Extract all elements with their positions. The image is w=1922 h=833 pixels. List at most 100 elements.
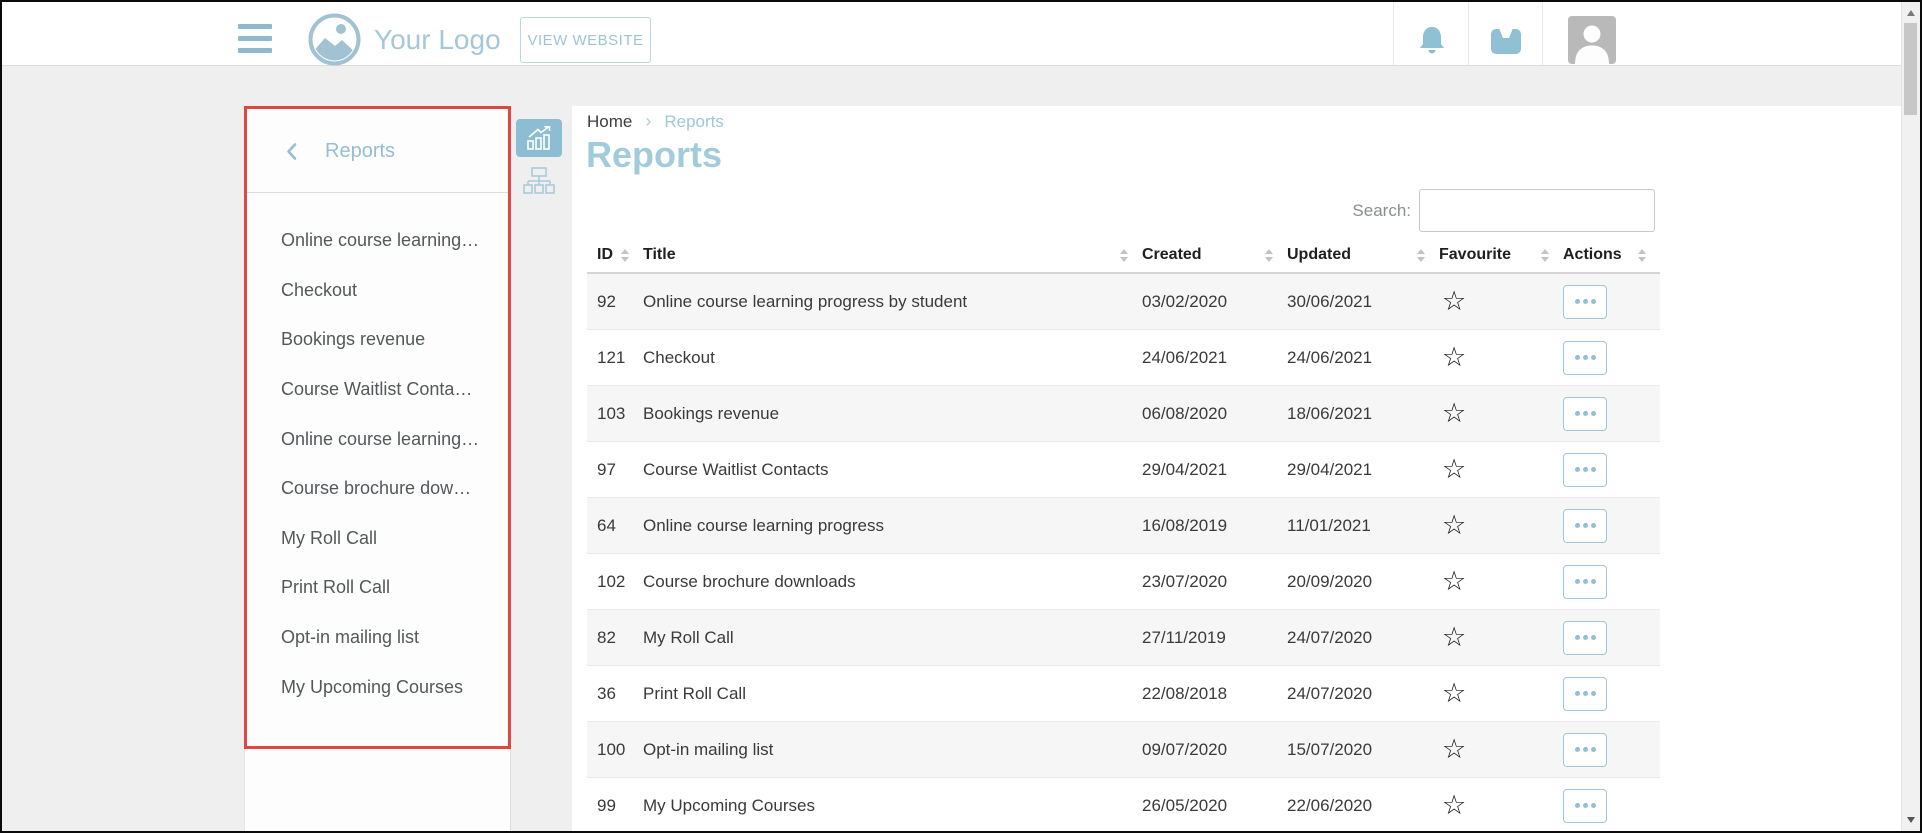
favourite-star-button[interactable]: ☆ <box>1439 511 1472 540</box>
breadcrumb-current: Reports <box>664 112 724 132</box>
favourite-star-button[interactable]: ☆ <box>1439 343 1472 372</box>
view-website-button[interactable]: VIEW WEBSITE <box>520 17 651 63</box>
star-icon: ☆ <box>1442 734 1466 764</box>
app-window: Your Logo VIEW WEBSITE <box>0 0 1922 833</box>
cell-created: 23/07/2020 <box>1142 554 1287 609</box>
sidebar-nav: Online course learning… Checkout Booking… <box>245 216 510 712</box>
sidebar-item-label: Course brochure dow… <box>281 478 471 499</box>
breadcrumb-home-link[interactable]: Home <box>587 112 632 132</box>
sidebar-item[interactable]: Course Waitlist Conta… <box>245 365 510 415</box>
scrollbar-up-arrow[interactable] <box>1907 10 1915 16</box>
row-actions-button[interactable] <box>1563 285 1607 319</box>
favourite-star-button[interactable]: ☆ <box>1439 623 1472 652</box>
cell-favourite: ☆ <box>1439 498 1563 553</box>
row-actions-button[interactable] <box>1563 621 1607 655</box>
user-avatar-icon <box>1568 52 1616 64</box>
chevron-left-icon <box>285 149 298 164</box>
cell-actions <box>1563 442 1660 497</box>
row-actions-button[interactable] <box>1563 509 1607 543</box>
cell-favourite: ☆ <box>1439 442 1563 497</box>
cell-favourite: ☆ <box>1439 610 1563 665</box>
table-body: 92 Online course learning progress by st… <box>587 274 1660 833</box>
cell-created: 27/11/2019 <box>1142 610 1287 665</box>
column-header-created[interactable]: Created <box>1142 238 1287 272</box>
favourite-star-button[interactable]: ☆ <box>1439 399 1472 428</box>
sidebar-item[interactable]: Checkout <box>245 266 510 316</box>
cell-created: 06/08/2020 <box>1142 386 1287 441</box>
cell-favourite: ☆ <box>1439 274 1563 329</box>
search-input[interactable] <box>1419 189 1655 232</box>
favourite-star-button[interactable]: ☆ <box>1439 455 1472 484</box>
bell-icon <box>1417 44 1447 59</box>
ellipsis-icon <box>1575 579 1580 584</box>
cell-created: 29/04/2021 <box>1142 442 1287 497</box>
star-icon: ☆ <box>1442 622 1466 652</box>
table-row: 103 Bookings revenue 06/08/2020 18/06/20… <box>587 386 1660 442</box>
scrollbar-thumb[interactable] <box>1904 23 1917 115</box>
cell-title: Bookings revenue <box>643 386 1142 441</box>
hamburger-icon <box>238 24 272 29</box>
row-actions-button[interactable] <box>1563 789 1607 823</box>
row-actions-button[interactable] <box>1563 733 1607 767</box>
sort-icon <box>621 249 629 262</box>
column-header-actions[interactable]: Actions <box>1563 238 1660 272</box>
column-header-id[interactable]: ID <box>587 238 643 272</box>
sidebar-item[interactable]: Print Roll Call <box>245 563 510 613</box>
sidebar-item[interactable]: My Upcoming Courses <box>245 662 510 712</box>
row-actions-button[interactable] <box>1563 677 1607 711</box>
sort-icon <box>1417 249 1425 262</box>
row-actions-button[interactable] <box>1563 397 1607 431</box>
favourite-star-button[interactable]: ☆ <box>1439 567 1472 596</box>
vertical-scrollbar[interactable] <box>1901 2 1920 831</box>
inbox-button[interactable] <box>1490 28 1522 55</box>
scrollbar-down-arrow[interactable] <box>1907 817 1915 823</box>
favourite-star-button[interactable]: ☆ <box>1439 791 1472 820</box>
divider <box>1542 2 1543 65</box>
sidebar-item[interactable]: Bookings revenue <box>245 315 510 365</box>
row-actions-button[interactable] <box>1563 341 1607 375</box>
user-avatar[interactable] <box>1568 16 1616 64</box>
sort-icon <box>1120 249 1128 262</box>
sidebar-item[interactable]: Online course learning… <box>245 414 510 464</box>
brand-logo-icon <box>308 13 361 71</box>
sitemap-icon <box>523 183 555 198</box>
notifications-button[interactable] <box>1417 24 1447 56</box>
favourite-star-button[interactable]: ☆ <box>1439 679 1472 708</box>
reports-table: ID Title Created Updated Favourite <box>587 238 1660 833</box>
cell-id: 64 <box>587 498 643 553</box>
cell-updated: 24/07/2020 <box>1287 610 1439 665</box>
divider <box>1468 2 1469 65</box>
menu-button[interactable] <box>238 24 272 53</box>
sidebar-item[interactable]: My Roll Call <box>245 514 510 564</box>
sort-icon <box>1638 249 1646 262</box>
table-row: 102 Course brochure downloads 23/07/2020… <box>587 554 1660 610</box>
row-actions-button[interactable] <box>1563 565 1607 599</box>
search-label: Search: <box>1352 201 1411 221</box>
ellipsis-icon <box>1575 691 1580 696</box>
sidebar-item-label: Print Roll Call <box>281 577 390 598</box>
table-header-row: ID Title Created Updated Favourite <box>587 238 1660 274</box>
table-row: 97 Course Waitlist Contacts 29/04/2021 2… <box>587 442 1660 498</box>
column-header-favourite[interactable]: Favourite <box>1439 238 1563 272</box>
star-icon: ☆ <box>1442 342 1466 372</box>
cell-id: 99 <box>587 778 643 833</box>
cell-updated: 30/06/2021 <box>1287 274 1439 329</box>
sidebar-item[interactable]: Opt-in mailing list <box>245 613 510 663</box>
chevron-right-icon: › <box>645 111 651 132</box>
cell-updated: 20/09/2020 <box>1287 554 1439 609</box>
row-actions-button[interactable] <box>1563 453 1607 487</box>
sidebar-title: Reports <box>325 140 395 163</box>
sitemap-rail-button[interactable] <box>523 167 555 195</box>
sidebar-item-label: Opt-in mailing list <box>281 627 419 648</box>
sidebar-item[interactable]: Online course learning… <box>245 216 510 266</box>
sidebar-item-label: Online course learning… <box>281 230 479 251</box>
favourite-star-button[interactable]: ☆ <box>1439 735 1472 764</box>
favourite-star-button[interactable]: ☆ <box>1439 287 1472 316</box>
star-icon: ☆ <box>1442 510 1466 540</box>
cell-created: 03/02/2020 <box>1142 274 1287 329</box>
sidebar-item[interactable]: Course brochure dow… <box>245 464 510 514</box>
column-header-title[interactable]: Title <box>643 238 1142 272</box>
column-header-updated[interactable]: Updated <box>1287 238 1439 272</box>
reports-rail-button[interactable] <box>516 119 562 157</box>
sidebar-back-button[interactable] <box>285 142 298 161</box>
